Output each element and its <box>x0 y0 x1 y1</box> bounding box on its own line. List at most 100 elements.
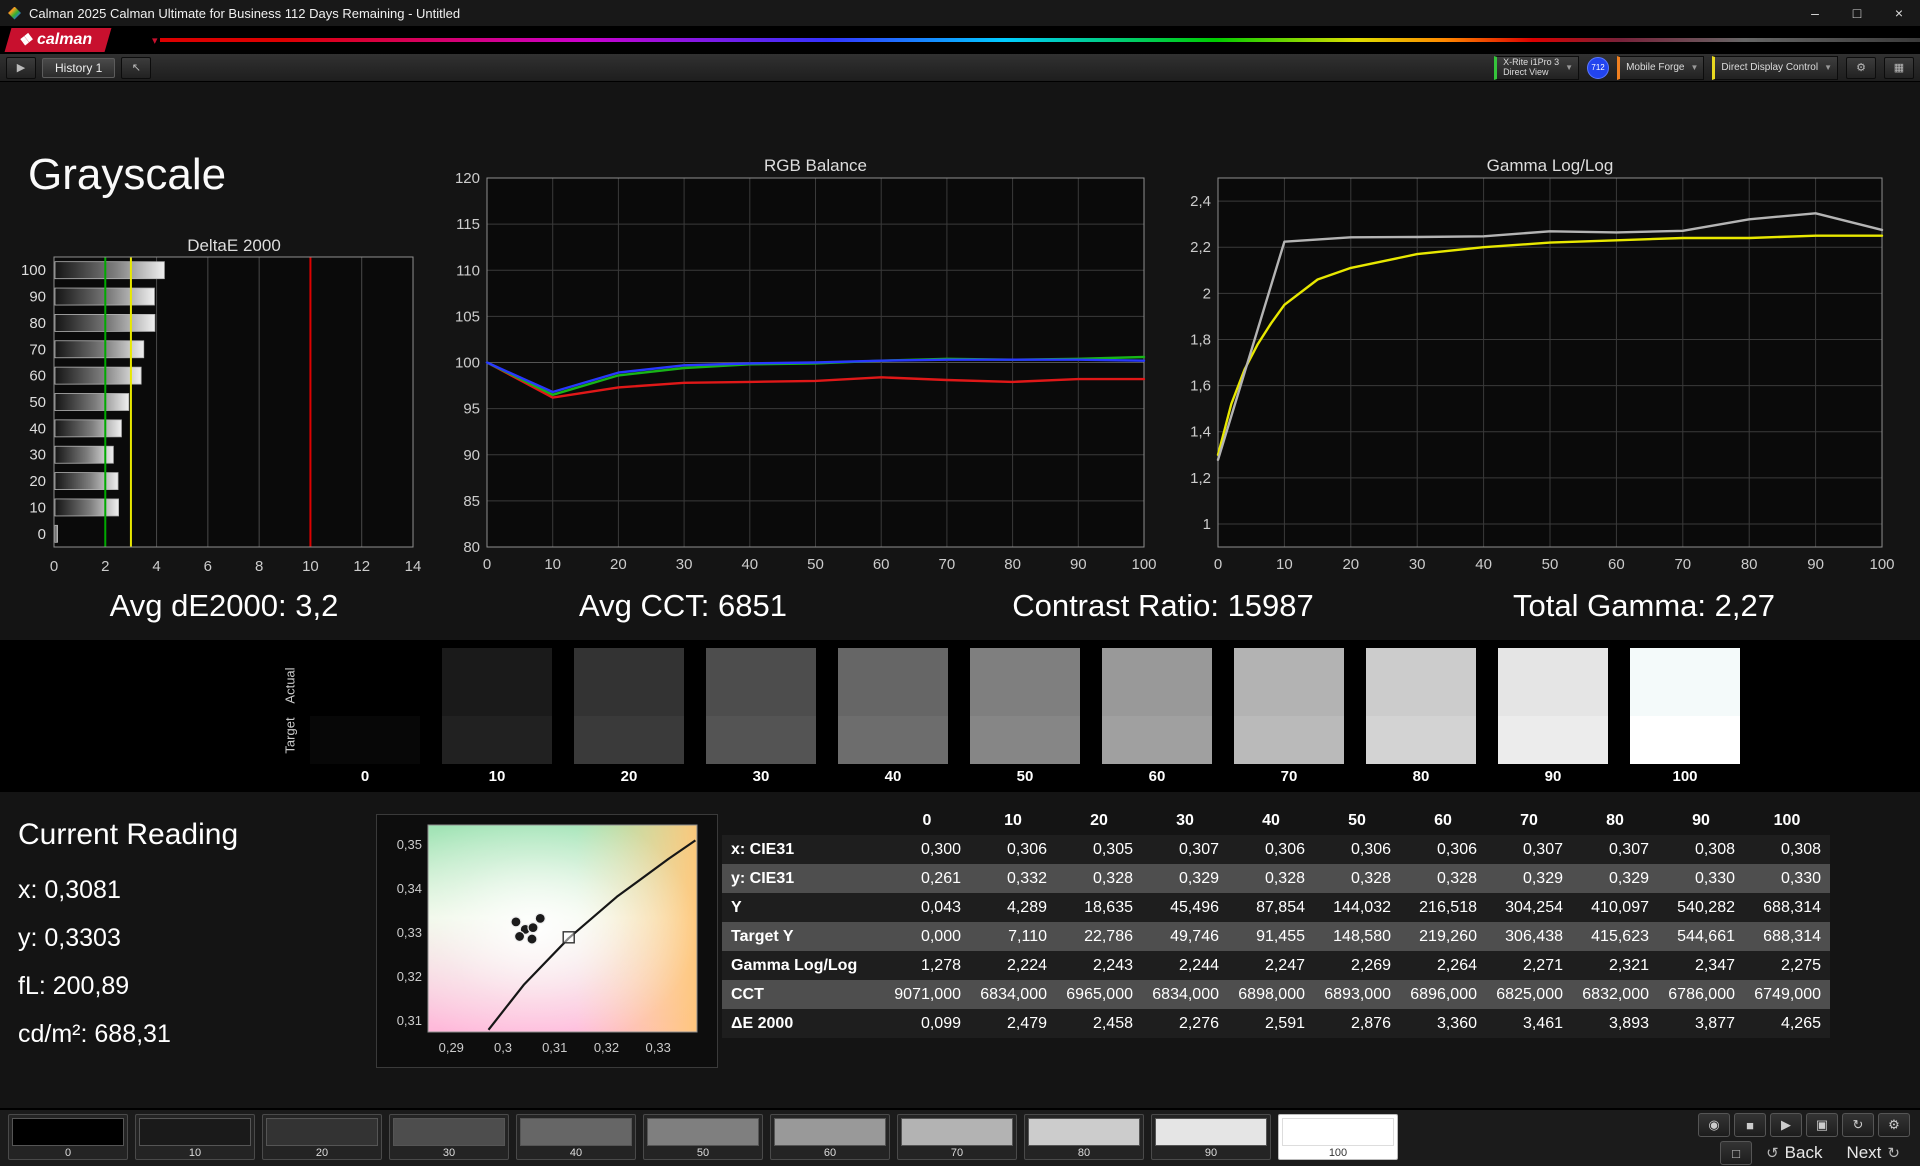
next-button[interactable]: Next ↻ <box>1836 1141 1910 1165</box>
table-header-cell: 40 <box>1262 811 1280 829</box>
table-cell: 410,097 <box>1591 898 1649 916</box>
svg-text:80: 80 <box>463 539 480 556</box>
swatch-actual <box>442 648 552 716</box>
source-dropdown[interactable]: Mobile Forge ▼ <box>1617 55 1705 80</box>
popout-button[interactable]: ↖ <box>121 56 152 79</box>
swatch-target <box>310 716 420 764</box>
table-cell: 0,332 <box>1006 869 1047 887</box>
svg-text:90: 90 <box>1070 556 1087 573</box>
table-cell: 0,043 <box>920 898 961 916</box>
table-cell: 3,893 <box>1608 1014 1649 1032</box>
stop-icon[interactable]: ■ <box>1734 1113 1766 1137</box>
svg-text:0,32: 0,32 <box>594 1040 619 1055</box>
toolbar: ▶ History 1 ↖ X-Rite i1Pro 3 Direct View… <box>0 54 1920 82</box>
patch-button-40[interactable]: 40 <box>516 1114 636 1160</box>
table-cell: 0,308 <box>1694 840 1735 858</box>
reading-x: x: 0,3081 <box>18 876 121 904</box>
bottom-bar: 0 10 20 30 40 50 60 70 80 90 100 ◉ ■ ▶ ▣ ↻ ⚙ □ ↺ Back N… <box>0 1108 1920 1166</box>
svg-text:0,31: 0,31 <box>397 1013 422 1028</box>
table-cell: 688,314 <box>1763 927 1821 945</box>
svg-text:95: 95 <box>463 401 480 418</box>
snapshot-icon[interactable]: ◉ <box>1698 1113 1730 1137</box>
svg-text:110: 110 <box>456 262 480 279</box>
reading-fl: fL: 200,89 <box>18 972 130 1000</box>
table-cell: 2,876 <box>1350 1014 1391 1032</box>
svg-text:10: 10 <box>1276 556 1293 573</box>
play-icon[interactable]: ▶ <box>1770 1113 1802 1137</box>
table-row-label: ΔE 2000 <box>731 1014 794 1032</box>
refresh-icon[interactable]: ↻ <box>1842 1113 1874 1137</box>
table-cell: 7,110 <box>1008 927 1047 945</box>
stat-avg-de2000: Avg dE2000: 3,2 <box>109 588 339 623</box>
table-row: Gamma Log/Log 1,278 2,224 2,243 2,244 2,247 2,… <box>722 951 1830 980</box>
table-cell: 144,032 <box>1333 898 1391 916</box>
patch-button-30[interactable]: 30 <box>389 1114 509 1160</box>
table-cell: 2,479 <box>1006 1014 1047 1032</box>
swatch-value-label: 60 <box>1148 768 1166 785</box>
patch-button-80[interactable]: 80 <box>1024 1114 1144 1160</box>
svg-text:0,33: 0,33 <box>646 1040 671 1055</box>
patch-label: 60 <box>823 1147 837 1159</box>
patch-button-70[interactable]: 70 <box>897 1114 1017 1160</box>
table-cell: 0,099 <box>920 1014 961 1032</box>
calman-diamond-icon: ❖ <box>18 32 33 49</box>
patch-button-100[interactable]: 100 <box>1278 1114 1398 1160</box>
svg-text:115: 115 <box>456 216 480 233</box>
table-header-row: 0 10 20 30 40 50 60 70 80 90 100 <box>722 806 1830 835</box>
svg-text:0,35: 0,35 <box>397 837 422 852</box>
calman-logo[interactable]: ❖ calman <box>4 28 112 52</box>
table-cell: 3,877 <box>1694 1014 1735 1032</box>
table-header-cell: 100 <box>1773 811 1801 829</box>
patch-swatch <box>12 1118 124 1146</box>
patch-label: 0 <box>64 1147 72 1159</box>
svg-text:20: 20 <box>29 473 46 490</box>
minimize-button[interactable]: – <box>1794 0 1836 26</box>
close-button[interactable]: × <box>1878 0 1920 26</box>
table-cell: 4,289 <box>1006 898 1047 916</box>
settings-gear-button[interactable]: ⚙ <box>1846 56 1876 79</box>
pattern-window-button[interactable]: □ <box>1720 1141 1753 1165</box>
patch-button-0[interactable]: 0 <box>8 1114 128 1160</box>
svg-text:0,31: 0,31 <box>542 1040 567 1055</box>
meter-dropdown[interactable]: X-Rite i1Pro 3 Direct View ▼ <box>1494 55 1580 80</box>
patch-button-10[interactable]: 10 <box>135 1114 255 1160</box>
history-tab[interactable]: History 1 <box>42 57 116 78</box>
settings-icon[interactable]: ⚙ <box>1878 1113 1910 1137</box>
patch-label: 20 <box>315 1147 329 1159</box>
maximize-button[interactable]: □ <box>1836 0 1878 26</box>
swatch-strip: Actual Target 0 10 20 30 40 50 60 70 80 90 100 <box>0 640 1920 792</box>
swatch-target <box>574 716 684 764</box>
logo-chevron-down-icon[interactable]: ▾ <box>152 34 158 47</box>
workspace-layout-button[interactable]: ▦ <box>1884 56 1914 79</box>
table-row-label: Y <box>731 898 742 916</box>
patch-button-20[interactable]: 20 <box>262 1114 382 1160</box>
swatch-target <box>442 716 552 764</box>
table-cell: 6898,000 <box>1238 985 1305 1003</box>
chevron-down-icon: ▼ <box>1565 63 1574 72</box>
display-control-dropdown[interactable]: Direct Display Control ▼ <box>1712 55 1838 80</box>
table-cell: 0,000 <box>920 927 961 945</box>
current-reading-title: Current Reading <box>18 818 239 851</box>
svg-text:2: 2 <box>101 558 109 575</box>
patch-button-90[interactable]: 90 <box>1151 1114 1271 1160</box>
patch-swatch <box>1155 1118 1267 1146</box>
swatch-60 <box>1102 648 1212 764</box>
swatch-70 <box>1234 648 1344 764</box>
svg-text:0: 0 <box>483 556 491 573</box>
patch-button-50[interactable]: 50 <box>643 1114 763 1160</box>
back-button[interactable]: ↺ Back <box>1756 1141 1832 1165</box>
patch-button-60[interactable]: 60 <box>770 1114 890 1160</box>
page-title: Grayscale <box>28 150 227 199</box>
table-header-cell: 90 <box>1692 811 1710 829</box>
toolbar-right: X-Rite i1Pro 3 Direct View ▼ 712 Mobile … <box>1494 55 1914 80</box>
svg-text:0: 0 <box>1214 556 1222 573</box>
svg-text:2: 2 <box>1203 285 1211 302</box>
table-header-cell: 50 <box>1348 811 1366 829</box>
patch-label: 90 <box>1204 1147 1218 1159</box>
table-cell: 2,271 <box>1522 956 1563 974</box>
panel-toggle-button[interactable]: ▶ <box>6 56 36 79</box>
save-icon[interactable]: ▣ <box>1806 1113 1838 1137</box>
svg-text:60: 60 <box>873 556 890 573</box>
stat-avg-cct: Avg CCT: 6851 <box>579 588 787 623</box>
table-cell: 2,247 <box>1264 956 1305 974</box>
